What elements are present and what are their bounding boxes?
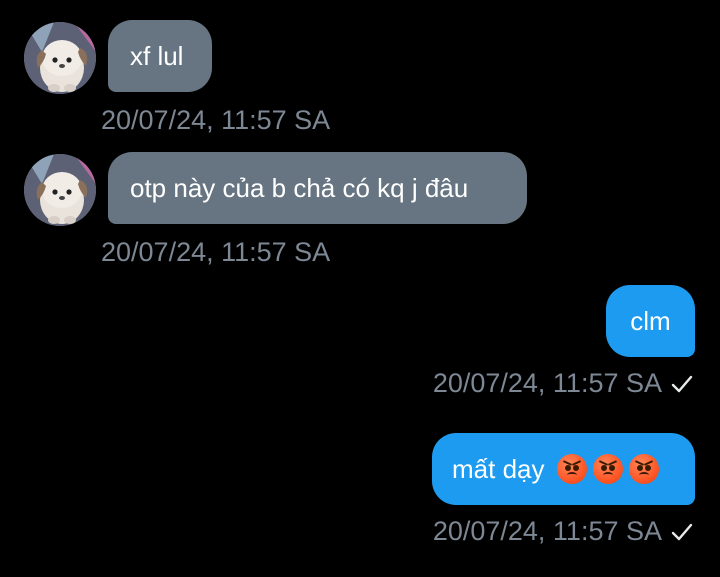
angry-face-icon (628, 454, 659, 484)
message-text: clm (630, 306, 671, 336)
message-bubble[interactable]: clm (606, 285, 695, 357)
message-bubble[interactable]: otp này của b chả có kq j đâu (108, 152, 527, 224)
message-text: xf lul (130, 41, 184, 71)
message-timestamp: 20/07/24, 11:57 SA (432, 368, 662, 398)
angry-face-icon (592, 454, 623, 484)
sender-avatar[interactable] (24, 154, 96, 226)
dog-avatar-icon (24, 22, 96, 94)
message-meta: 20/07/24, 11:57 SA (433, 370, 694, 397)
message-timestamp: 20/07/24, 11:57 SA (101, 105, 331, 135)
checkmark-icon (671, 375, 693, 392)
emoji-group (551, 454, 659, 484)
checkmark-icon (671, 523, 693, 540)
sender-avatar[interactable] (24, 22, 96, 94)
message-text: otp này của b chả có kq j đâu (130, 173, 469, 203)
message-bubble[interactable]: xf lul (108, 20, 212, 92)
message-timestamp: 20/07/24, 11:57 SA (432, 516, 662, 546)
angry-face-icon (556, 454, 587, 484)
message-text: mất dạy (452, 454, 545, 484)
message-meta: 20/07/24, 11:57 SA (433, 518, 694, 545)
message-bubble[interactable]: mất dạy (432, 433, 695, 505)
dog-avatar-icon (24, 154, 96, 226)
message-timestamp: 20/07/24, 11:57 SA (101, 237, 331, 267)
